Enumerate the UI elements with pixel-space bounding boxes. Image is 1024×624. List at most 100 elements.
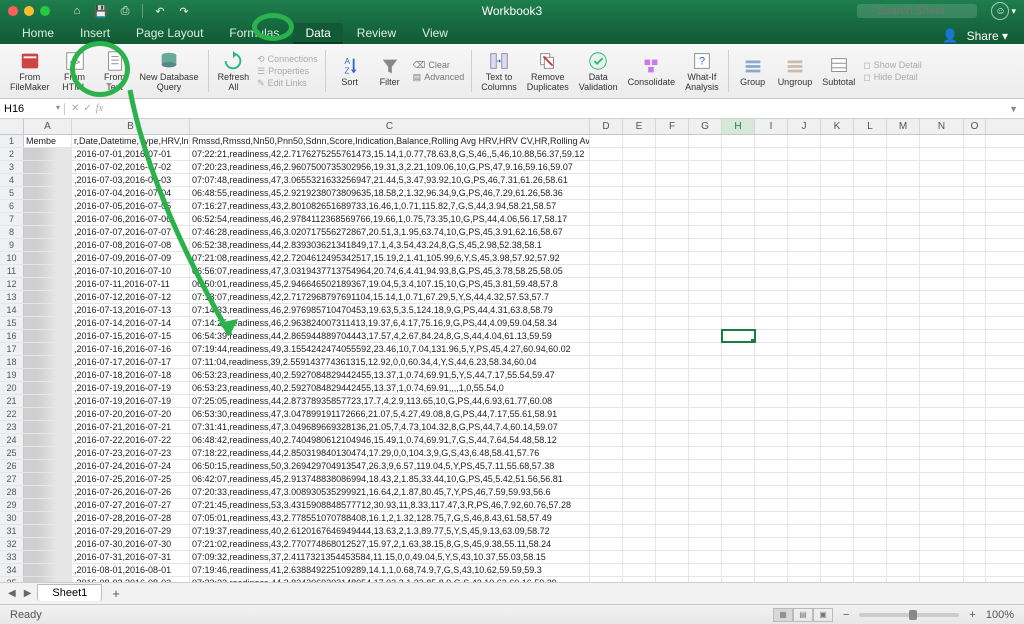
cell[interactable]: ,2016-07-09,2016-07-09 xyxy=(72,252,190,264)
cell[interactable] xyxy=(964,356,986,368)
cell[interactable] xyxy=(722,265,755,277)
connections-button[interactable]: ⟲Connections xyxy=(257,54,318,65)
cell[interactable] xyxy=(821,551,854,563)
cell[interactable] xyxy=(854,447,887,459)
cell[interactable] xyxy=(788,525,821,537)
cell[interactable] xyxy=(656,239,689,251)
cell[interactable] xyxy=(689,187,722,199)
cell[interactable] xyxy=(590,473,623,485)
cell[interactable] xyxy=(964,538,986,550)
cell[interactable] xyxy=(964,512,986,524)
cell[interactable] xyxy=(689,551,722,563)
cell[interactable] xyxy=(755,161,788,173)
qat-undo-icon[interactable]: ↶ xyxy=(153,4,167,18)
cell[interactable]: 07:14:25,readiness,46,2.963824007311413,… xyxy=(190,317,590,329)
cell[interactable] xyxy=(964,187,986,199)
cell[interactable] xyxy=(887,369,920,381)
cell[interactable] xyxy=(689,213,722,225)
cell[interactable]: ,2016-07-28,2016-07-28 xyxy=(72,512,190,524)
cell[interactable] xyxy=(964,499,986,511)
cell[interactable] xyxy=(689,434,722,446)
cell[interactable] xyxy=(623,252,656,264)
cell[interactable] xyxy=(755,356,788,368)
cell[interactable] xyxy=(722,343,755,355)
col-header-F[interactable]: F xyxy=(656,119,689,134)
cell[interactable] xyxy=(854,356,887,368)
cell[interactable] xyxy=(656,525,689,537)
cell[interactable] xyxy=(755,564,788,576)
tab-insert[interactable]: Insert xyxy=(68,23,122,44)
col-header-A[interactable]: A xyxy=(24,119,72,134)
col-header-M[interactable]: M xyxy=(887,119,920,134)
cell[interactable] xyxy=(722,538,755,550)
cell[interactable] xyxy=(854,174,887,186)
data-validation-button[interactable]: Data Validation xyxy=(575,46,622,96)
remove-duplicates-button[interactable]: Remove Duplicates xyxy=(523,46,573,96)
cell[interactable] xyxy=(755,447,788,459)
cell[interactable] xyxy=(722,564,755,576)
cell[interactable] xyxy=(920,187,964,199)
cell[interactable] xyxy=(854,564,887,576)
cell[interactable] xyxy=(722,330,755,342)
cell[interactable] xyxy=(590,265,623,277)
cell[interactable] xyxy=(854,135,887,147)
cell[interactable] xyxy=(964,564,986,576)
cell[interactable] xyxy=(722,304,755,316)
cell[interactable] xyxy=(656,369,689,381)
cell[interactable] xyxy=(854,278,887,290)
cell[interactable] xyxy=(854,317,887,329)
cell[interactable] xyxy=(854,421,887,433)
sheet-nav-left-icon[interactable]: ◀ xyxy=(6,588,18,599)
properties-button[interactable]: ☰Properties xyxy=(257,66,318,77)
cell[interactable] xyxy=(722,291,755,303)
cell[interactable] xyxy=(964,369,986,381)
tab-home[interactable]: Home xyxy=(10,23,66,44)
cell[interactable] xyxy=(964,135,986,147)
cell[interactable] xyxy=(964,200,986,212)
cell[interactable] xyxy=(590,538,623,550)
cell[interactable] xyxy=(590,291,623,303)
cell[interactable] xyxy=(623,447,656,459)
cell[interactable] xyxy=(964,291,986,303)
cell[interactable] xyxy=(590,161,623,173)
cell[interactable] xyxy=(821,265,854,277)
cell[interactable] xyxy=(964,421,986,433)
cell[interactable] xyxy=(920,434,964,446)
cell[interactable] xyxy=(656,343,689,355)
cell[interactable]: 07:20:33,readiness,47,3.008930535299921,… xyxy=(190,486,590,498)
cell[interactable] xyxy=(964,486,986,498)
cell[interactable]: ,2016-07-02,2016-07-02 xyxy=(72,161,190,173)
cell[interactable]: 06:54:39,readiness,44,2.865944889704443,… xyxy=(190,330,590,342)
cell[interactable]: 07:31:41,readiness,47,3.049689669328136,… xyxy=(190,421,590,433)
cell[interactable] xyxy=(656,304,689,316)
clear-filter-button[interactable]: ⌫Clear xyxy=(413,60,465,71)
cell[interactable] xyxy=(821,525,854,537)
cell[interactable] xyxy=(788,278,821,290)
cell[interactable] xyxy=(854,473,887,485)
cell[interactable] xyxy=(656,161,689,173)
cell[interactable]: Membe xyxy=(24,135,72,147)
cell[interactable] xyxy=(689,512,722,524)
cell[interactable] xyxy=(722,382,755,394)
cell[interactable] xyxy=(722,551,755,563)
cell[interactable] xyxy=(590,564,623,576)
cell[interactable] xyxy=(887,343,920,355)
cell[interactable] xyxy=(722,473,755,485)
row-header[interactable]: 27 xyxy=(0,473,24,485)
cell[interactable] xyxy=(722,187,755,199)
cell[interactable] xyxy=(788,369,821,381)
cell[interactable] xyxy=(821,356,854,368)
cell[interactable] xyxy=(689,291,722,303)
cell[interactable] xyxy=(964,304,986,316)
cell[interactable] xyxy=(920,343,964,355)
cell[interactable] xyxy=(755,148,788,160)
cell[interactable] xyxy=(755,304,788,316)
from-filemaker-button[interactable]: From FileMaker xyxy=(6,46,54,96)
cell[interactable] xyxy=(854,538,887,550)
col-header-K[interactable]: K xyxy=(821,119,854,134)
group-button[interactable]: Group xyxy=(734,46,772,96)
cell[interactable] xyxy=(623,200,656,212)
edit-links-button[interactable]: ✎Edit Links xyxy=(257,78,318,89)
cell[interactable] xyxy=(755,239,788,251)
cell[interactable] xyxy=(788,174,821,186)
